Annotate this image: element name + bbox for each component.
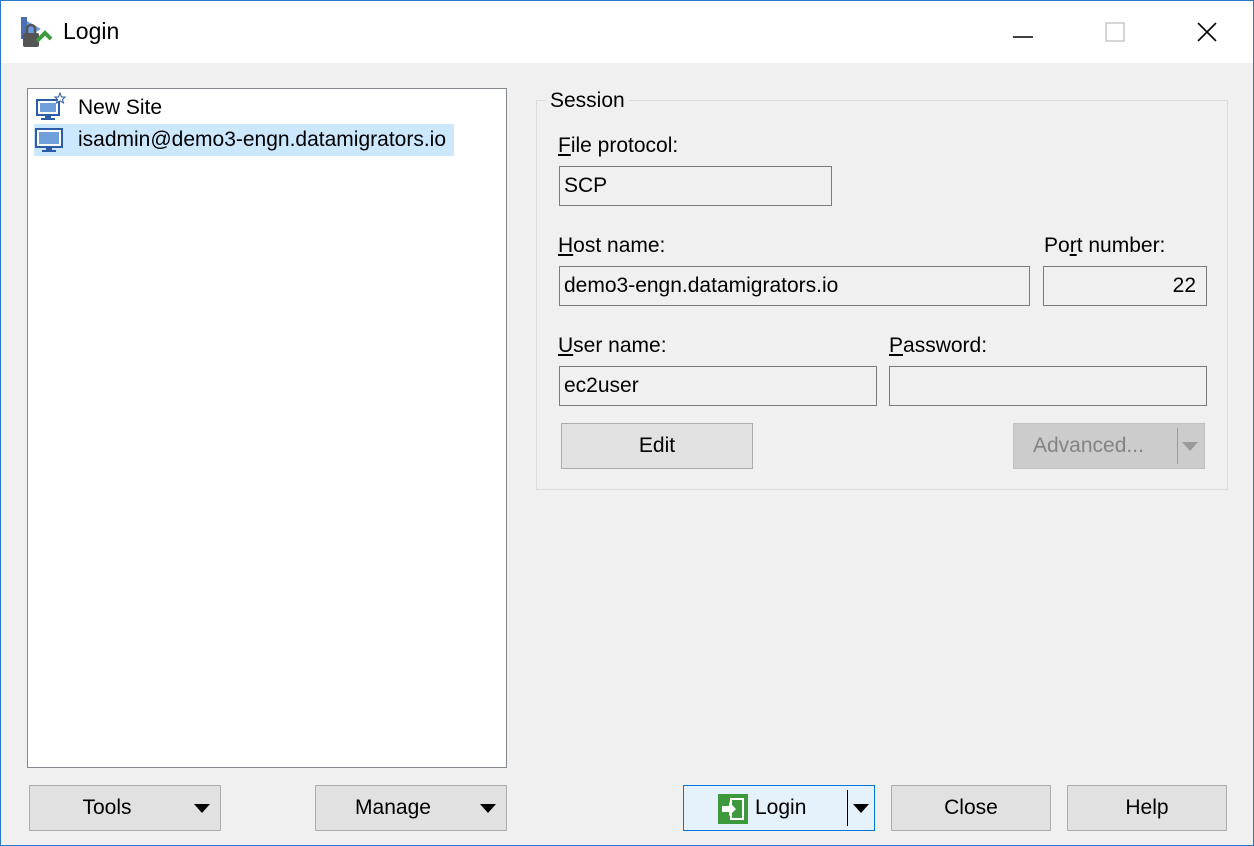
edit-button-label: Edit	[638, 434, 676, 457]
minimize-button[interactable]	[977, 1, 1069, 63]
advanced-button: Advanced...	[1013, 423, 1205, 469]
chevron-down-icon	[194, 804, 210, 813]
password-label: Password:	[889, 334, 988, 357]
chevron-down-icon	[1182, 442, 1198, 451]
host-name-label: Host name:	[558, 234, 666, 257]
edit-button[interactable]: Edit	[561, 423, 753, 469]
advanced-button-label: Advanced...	[1033, 434, 1144, 457]
password-field[interactable]	[889, 366, 1207, 406]
port-number-label: Port number:	[1044, 234, 1166, 257]
chevron-down-icon[interactable]	[853, 804, 869, 813]
login-icon	[718, 794, 748, 824]
chevron-down-icon	[480, 804, 496, 813]
new-site-icon	[36, 92, 66, 120]
session-group-legend: Session	[546, 89, 629, 113]
winscp-app-icon	[21, 17, 53, 47]
manage-button-label: Manage	[355, 796, 431, 819]
tree-item-saved-site[interactable]: isadmin@demo3-engn.datamigrators.io	[34, 124, 455, 156]
window-title: Login	[63, 18, 120, 44]
tools-button[interactable]: Tools	[29, 785, 221, 831]
file-protocol-label: File protocol:	[558, 134, 679, 157]
login-button[interactable]: Login	[683, 785, 875, 831]
help-button-label: Help	[1125, 796, 1169, 819]
close-button-label: Close	[944, 796, 998, 819]
close-window-button[interactable]	[1161, 1, 1253, 63]
tree-item-label: New Site	[78, 96, 163, 119]
user-name-label: User name:	[558, 334, 667, 357]
manage-button[interactable]: Manage	[315, 785, 507, 831]
host-name-field[interactable]: demo3-engn.datamigrators.io	[559, 266, 1030, 306]
tools-button-label: Tools	[82, 796, 132, 819]
port-number-field[interactable]: 22	[1043, 266, 1207, 306]
close-button[interactable]: Close	[891, 785, 1051, 831]
login-dialog: Login New Site isadmin@demo3-engn.datami…	[0, 0, 1254, 846]
file-protocol-select[interactable]: SCP	[559, 166, 832, 206]
login-split-divider	[847, 790, 848, 826]
help-button[interactable]: Help	[1067, 785, 1227, 831]
title-bar: Login	[1, 1, 1253, 63]
site-tree[interactable]: New Site isadmin@demo3-engn.datamigrator…	[27, 88, 507, 768]
maximize-icon	[1105, 22, 1125, 42]
login-button-label: Login	[755, 796, 807, 819]
tree-item-new-site[interactable]: New Site	[34, 92, 170, 124]
user-name-field[interactable]: ec2user	[559, 366, 877, 406]
tree-item-label: isadmin@demo3-engn.datamigrators.io	[78, 128, 447, 151]
computer-icon	[35, 128, 63, 152]
advanced-split-divider	[1177, 428, 1178, 464]
close-icon	[1197, 22, 1217, 42]
maximize-button	[1069, 1, 1161, 63]
minimize-icon	[1013, 36, 1033, 38]
